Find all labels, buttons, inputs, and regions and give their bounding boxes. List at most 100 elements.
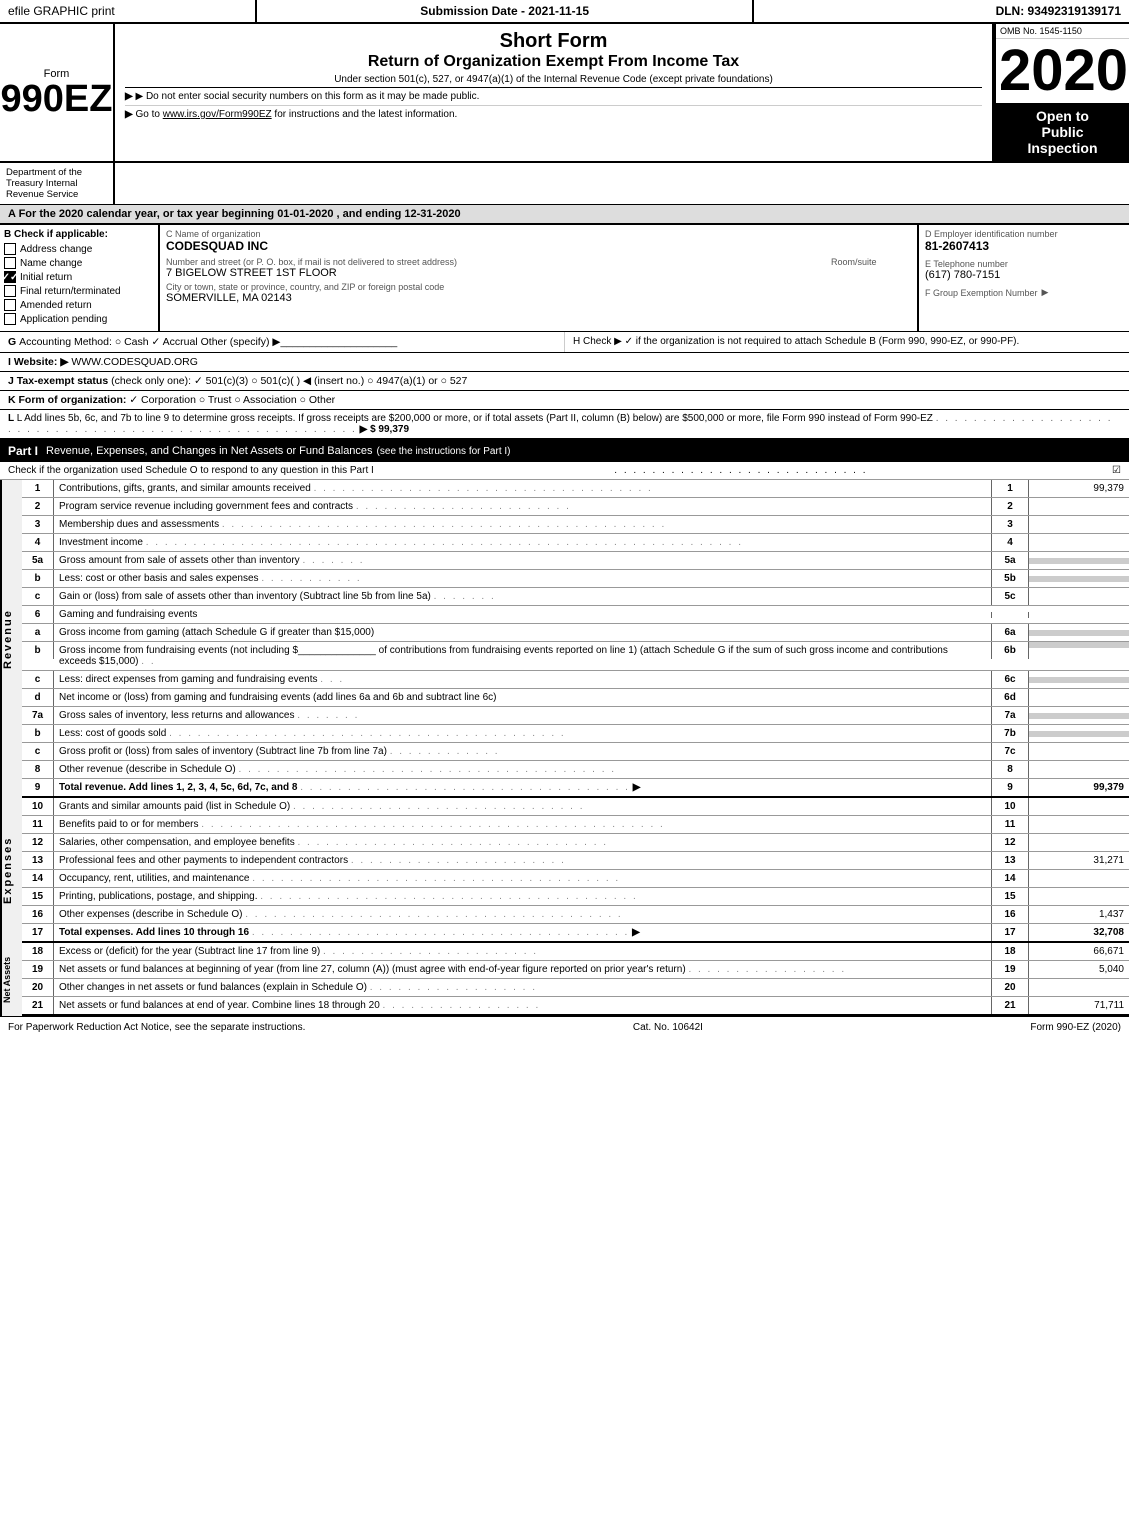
row-14: 14 Occupancy, rent, utilities, and maint…	[22, 870, 1129, 888]
row-8: 8 Other revenue (describe in Schedule O)…	[22, 761, 1129, 779]
row-19: 19 Net assets or fund balances at beginn…	[22, 961, 1129, 979]
row17-desc: Total expenses. Add lines 10 through 16 …	[54, 924, 991, 941]
cb-amended-label: Amended return	[20, 300, 92, 311]
net-asset-rows: 18 Excess or (deficit) for the year (Sub…	[22, 943, 1129, 1016]
cb-amended: Amended return	[4, 299, 154, 311]
cb-address-box[interactable]	[4, 243, 16, 255]
row18-value: 66,671	[1029, 943, 1129, 960]
ein-value: 81-2607413	[925, 239, 1123, 253]
row20-col: 20	[991, 979, 1029, 996]
row12-col: 12	[991, 834, 1029, 851]
part1-subtitle: (see the instructions for Part I)	[377, 446, 511, 457]
section-b-label: B Check if applicable:	[4, 229, 154, 240]
row-12: 12 Salaries, other compensation, and emp…	[22, 834, 1129, 852]
row7b-value	[1029, 731, 1129, 737]
row7b-desc: Less: cost of goods sold . . . . . . . .…	[54, 725, 991, 742]
row-6a: a Gross income from gaming (attach Sched…	[22, 624, 1129, 642]
row-5b: b Less: cost or other basis and sales ex…	[22, 570, 1129, 588]
ein-f-label: F Group Exemption Number ▶	[925, 287, 1123, 298]
row6c-col: 6c	[991, 671, 1029, 688]
g-accrual-cb: ✓ Accrual	[152, 336, 201, 348]
cb-name: Name change	[4, 257, 154, 269]
omb-number: OMB No. 1545-1150	[996, 24, 1129, 39]
city-value: SOMERVILLE, MA 02143	[166, 292, 911, 304]
row-7b: b Less: cost of goods sold . . . . . . .…	[22, 725, 1129, 743]
row-9: 9 Total revenue. Add lines 1, 2, 3, 4, 5…	[22, 779, 1129, 798]
tax-exempt-row: J Tax-exempt status (check only one): ✓ …	[0, 372, 1129, 391]
row2-num: 2	[22, 498, 54, 515]
row3-value	[1029, 522, 1129, 528]
cb-initial-box[interactable]: ✓	[4, 271, 16, 283]
row14-desc: Occupancy, rent, utilities, and maintena…	[54, 870, 991, 887]
section-h: H Check ▶ ✓ if the organization is not r…	[565, 332, 1129, 352]
notice2: ▶ Go to www.irs.gov/Form990EZ for instru…	[125, 106, 982, 123]
cb-pending-box[interactable]	[4, 313, 16, 325]
submission-date: Submission Date - 2021-11-15	[257, 0, 752, 22]
row5a-value	[1029, 558, 1129, 564]
row10-num: 10	[22, 798, 54, 815]
row5c-desc: Gain or (loss) from sale of assets other…	[54, 588, 991, 605]
website-row: I Website: ▶ WWW.CODESQUAD.ORG	[0, 353, 1129, 372]
row6b-col: 6b	[991, 642, 1029, 659]
row18-col: 18	[991, 943, 1029, 960]
cb-name-box[interactable]	[4, 257, 16, 269]
tax-exempt-label: J Tax-exempt status	[8, 375, 111, 387]
tax-year-line: A For the 2020 calendar year, or tax yea…	[0, 205, 1129, 225]
row9-num: 9	[22, 779, 54, 796]
footer-mid: Cat. No. 10642I	[633, 1022, 703, 1033]
g-label: G	[8, 336, 19, 348]
row8-desc: Other revenue (describe in Schedule O) .…	[54, 761, 991, 778]
cb-pending: Application pending	[4, 313, 154, 325]
row12-num: 12	[22, 834, 54, 851]
row15-col: 15	[991, 888, 1029, 905]
cb-amended-box[interactable]	[4, 299, 16, 311]
row5c-num: c	[22, 588, 54, 605]
row1-desc: Contributions, gifts, grants, and simila…	[54, 480, 991, 497]
website-label: I Website: ▶	[8, 356, 68, 368]
row4-num: 4	[22, 534, 54, 551]
part1-header-row: Part I Revenue, Expenses, and Changes in…	[0, 440, 1129, 462]
form-org-label: K Form of organization:	[8, 394, 129, 406]
cb-final-label: Final return/terminated	[20, 286, 121, 297]
row-7a: 7a Gross sales of inventory, less return…	[22, 707, 1129, 725]
row5b-col: 5b	[991, 570, 1029, 587]
cb-pending-label: Application pending	[20, 314, 107, 325]
return-title: Return of Organization Exempt From Incom…	[125, 53, 982, 71]
row-6c: c Less: direct expenses from gaming and …	[22, 671, 1129, 689]
cb-initial-label: Initial return	[20, 272, 72, 283]
row-4: 4 Investment income . . . . . . . . . . …	[22, 534, 1129, 552]
org-name-label: C Name of organization	[166, 229, 911, 239]
row-5a: 5a Gross amount from sale of assets othe…	[22, 552, 1129, 570]
row5c-value	[1029, 594, 1129, 600]
row20-value	[1029, 985, 1129, 991]
address-block: Number and street (or P. O. box, if mail…	[166, 257, 825, 279]
row-18: 18 Excess or (deficit) for the year (Sub…	[22, 943, 1129, 961]
row6a-num: a	[22, 624, 54, 641]
footer: For Paperwork Reduction Act Notice, see …	[0, 1016, 1129, 1038]
row2-value	[1029, 504, 1129, 510]
row5b-num: b	[22, 570, 54, 587]
dln: DLN: 93492319139171	[752, 0, 1129, 22]
row-11: 11 Benefits paid to or for members . . .…	[22, 816, 1129, 834]
line-l-value: ▶ $ 99,379	[360, 424, 409, 435]
row21-value: 71,711	[1029, 997, 1129, 1014]
address-value: 7 BIGELOW STREET 1ST FLOOR	[166, 267, 825, 279]
revenue-rows: 1 Contributions, gifts, grants, and simi…	[22, 480, 1129, 798]
checkboxes-section: B Check if applicable: Address change Na…	[0, 225, 160, 331]
row14-num: 14	[22, 870, 54, 887]
part1-check-row: Check if the organization used Schedule …	[0, 462, 1129, 480]
row-6: 6 Gaming and fundraising events	[22, 606, 1129, 624]
cb-final-box[interactable]	[4, 285, 16, 297]
tax-year-text: A For the 2020 calendar year, or tax yea…	[8, 208, 461, 220]
cb-name-label: Name change	[20, 258, 82, 269]
tax-exempt-text: (check only one): ✓ 501(c)(3) ○ 501(c)( …	[111, 375, 467, 387]
line-l-text: L Add lines 5b, 6c, and 7b to line 9 to …	[17, 413, 933, 424]
row6d-col: 6d	[991, 689, 1029, 706]
form-title-block: Short Form Return of Organization Exempt…	[115, 24, 994, 161]
revenue-vert-label: Revenue	[0, 480, 22, 798]
revenue-section: Revenue 1 Contributions, gifts, grants, …	[0, 480, 1129, 798]
row16-col: 16	[991, 906, 1029, 923]
irs-link[interactable]: www.irs.gov/Form990EZ	[163, 109, 272, 120]
room-label: Room/suite	[831, 257, 911, 267]
row5a-col: 5a	[991, 552, 1029, 569]
